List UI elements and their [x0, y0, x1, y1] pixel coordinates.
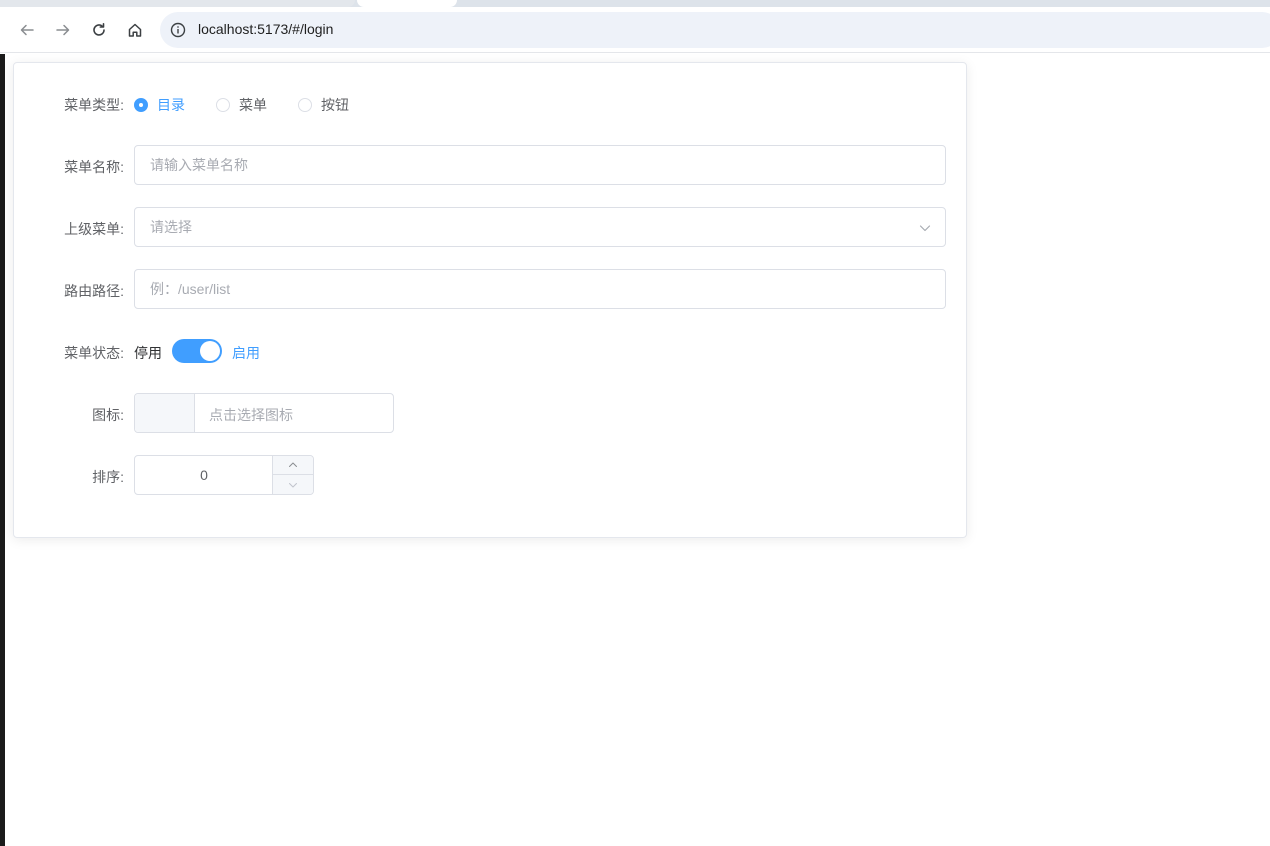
radio-label: 菜单 — [239, 97, 267, 113]
icon-picker-placeholder: 点击选择图标 — [209, 407, 293, 423]
forward-icon — [56, 24, 70, 36]
icon-label: 图标: — [92, 407, 124, 423]
back-button[interactable] — [14, 17, 40, 43]
route-path-label: 路由路径: — [64, 283, 124, 299]
address-bar[interactable]: localhost:5173/#/login — [160, 12, 1270, 48]
reload-icon — [93, 23, 105, 36]
tab-strip — [0, 0, 1270, 7]
switch-knob — [200, 341, 220, 361]
radio-dot — [298, 98, 312, 112]
info-icon[interactable] — [170, 22, 186, 38]
home-icon — [128, 23, 142, 37]
forward-button[interactable] — [50, 17, 76, 43]
radio-button[interactable]: 按钮 — [298, 95, 349, 115]
back-icon — [20, 24, 34, 36]
chevron-up-icon — [289, 462, 297, 467]
menu-name-input[interactable] — [135, 146, 945, 184]
chevron-down-icon — [919, 225, 931, 232]
radio-label: 按钮 — [321, 97, 349, 113]
chevron-down-icon — [289, 482, 297, 487]
sort-number-input[interactable]: 0 — [134, 455, 314, 495]
left-edge — [0, 54, 5, 846]
url-text: localhost:5173/#/login — [198, 21, 334, 37]
radio-dot — [134, 98, 148, 112]
home-button[interactable] — [122, 17, 148, 43]
parent-menu-select[interactable] — [134, 207, 946, 247]
radio-label: 目录 — [157, 97, 185, 113]
sort-value[interactable]: 0 — [135, 467, 273, 483]
increase-button[interactable] — [272, 456, 313, 475]
icon-picker[interactable]: 点击选择图标 — [134, 393, 394, 433]
parent-menu-input[interactable] — [135, 208, 945, 246]
status-switch[interactable] — [172, 339, 222, 363]
radio-directory[interactable]: 目录 — [134, 95, 185, 115]
browser-toolbar: localhost:5173/#/login — [0, 7, 1270, 53]
active-tab[interactable] — [357, 0, 457, 7]
radio-menu[interactable]: 菜单 — [216, 95, 267, 115]
switch-inactive-text[interactable]: 停用 — [134, 343, 162, 363]
menu-form-card: 菜单类型: 目录 菜单 按钮 菜单名称: 上级菜单: 路由路径: 菜单状态: 停… — [13, 62, 967, 538]
sort-label: 排序: — [92, 469, 124, 485]
menu-name-field — [134, 145, 946, 185]
parent-menu-label: 上级菜单: — [64, 221, 124, 237]
route-path-input[interactable] — [135, 270, 945, 308]
route-path-field — [134, 269, 946, 309]
switch-active-text[interactable]: 启用 — [232, 343, 260, 363]
reload-button[interactable] — [86, 17, 112, 43]
menu-status-label: 菜单状态: — [64, 345, 124, 361]
menu-type-label: 菜单类型: — [64, 97, 124, 113]
inactive-tab[interactable] — [0, 0, 355, 7]
radio-dot — [216, 98, 230, 112]
icon-preview[interactable] — [135, 394, 195, 432]
decrease-button[interactable] — [272, 475, 313, 494]
menu-name-label: 菜单名称: — [64, 159, 124, 175]
